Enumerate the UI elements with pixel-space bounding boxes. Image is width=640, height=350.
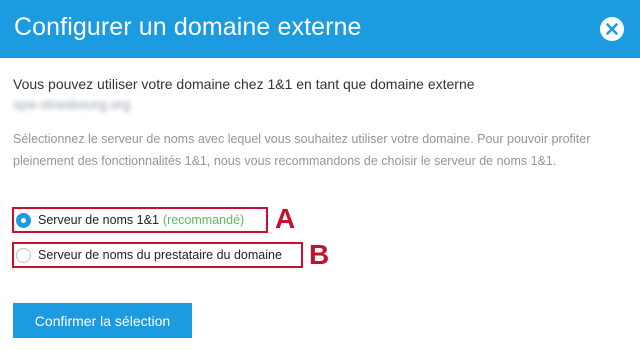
dialog-header: Configurer un domaine externe — [0, 0, 640, 58]
radio-checked-icon[interactable] — [16, 212, 31, 228]
option-label: Serveur de noms du prestataire du domain… — [38, 248, 282, 262]
recommended-note: (recommandé) — [162, 213, 245, 227]
close-button[interactable] — [600, 17, 624, 41]
description-text: Sélectionnez le serveur de noms avec leq… — [13, 132, 591, 168]
dialog-title: Configurer un domaine externe — [14, 13, 362, 41]
configure-external-domain-dialog: Configurer un domaine externe Vous pouve… — [0, 0, 640, 350]
marker-a: A — [275, 203, 296, 234]
marker-b: B — [309, 239, 330, 270]
option-1and1-nameserver[interactable]: Serveur de noms 1&1 (recommandé) — [12, 207, 268, 233]
close-icon — [606, 23, 618, 35]
option-provider-nameserver[interactable]: Serveur de noms du prestataire du domain… — [12, 242, 303, 268]
confirm-selection-button[interactable]: Confirmer la sélection — [13, 303, 192, 338]
radio-unchecked-icon[interactable] — [16, 247, 31, 263]
option-label: Serveur de noms 1&1 — [38, 213, 159, 227]
intro-text: Vous pouvez utiliser votre domaine chez … — [13, 76, 475, 92]
domain-name: spa-strasbourg.org — [13, 96, 131, 112]
